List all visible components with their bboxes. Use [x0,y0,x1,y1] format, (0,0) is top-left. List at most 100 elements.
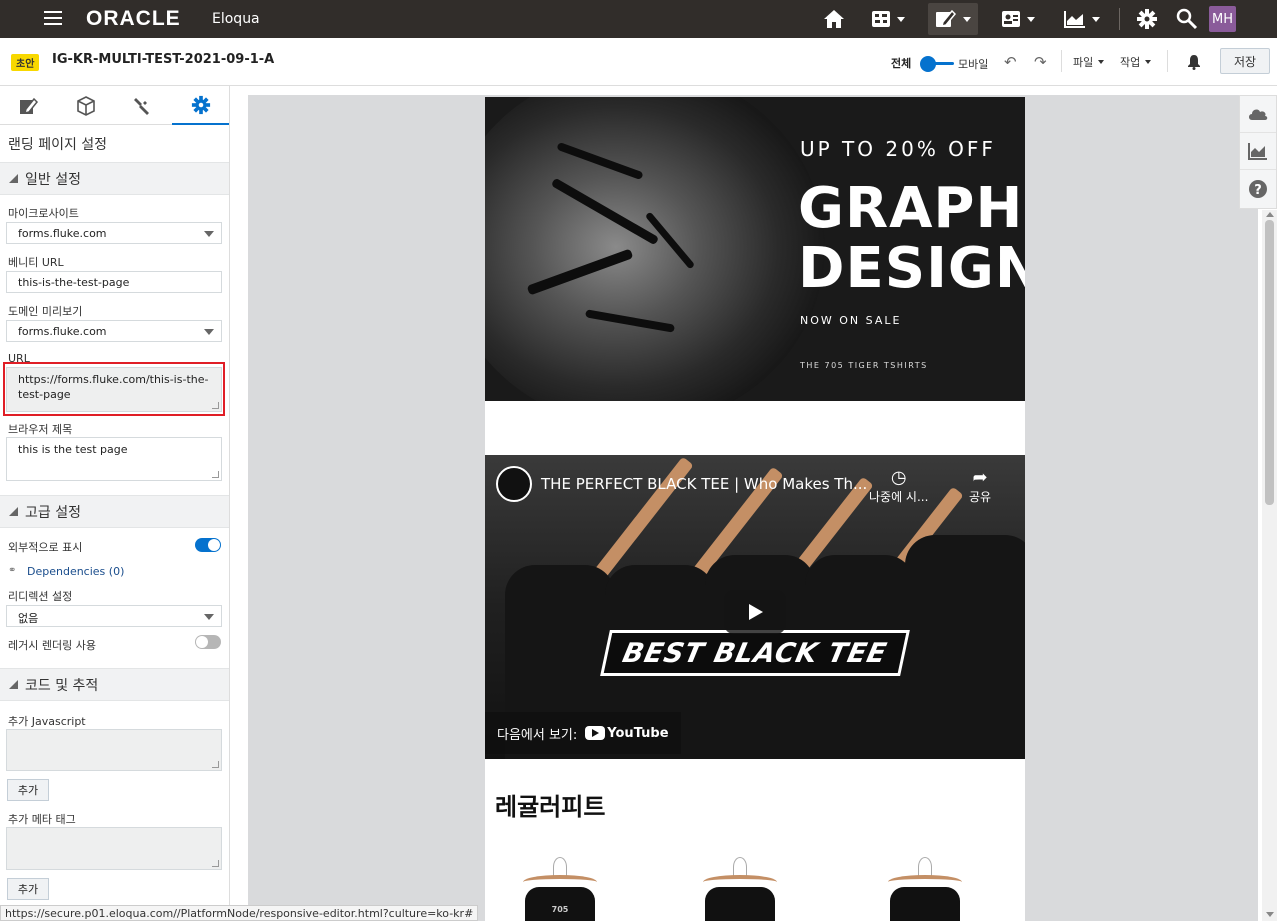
status-url-bar: https://secure.p01.eloqua.com//PlatformN… [0,905,479,921]
product-print-label: 705 [551,905,569,914]
url-highlight-box [3,362,225,416]
divider [1119,8,1120,30]
watch-later-button[interactable]: ◷ 나중에 시... [869,467,928,505]
document-title: IG-KR-MULTI-TEST-2021-09-1-A [52,52,275,67]
save-button[interactable]: 저장 [1220,48,1270,74]
hero-title: GRAPHIC DESIGN [798,179,1025,299]
analytics-menu-button[interactable] [1060,3,1104,35]
panel-title: 랜딩 페이지 설정 [8,137,108,153]
add-meta-button[interactable]: 추가 [7,878,49,900]
campaigns-menu-button[interactable] [928,3,978,35]
scrollbar-thumb[interactable] [1265,220,1274,505]
hero-title-line2: DESIGN [798,236,1025,301]
hero-sale-text: NOW ON SALE [800,314,902,327]
youtube-logo-icon: YouTube [585,726,669,741]
divider [1167,50,1168,72]
user-avatar[interactable]: MH [1209,6,1236,32]
tiger-image [485,97,825,401]
help-icon[interactable]: ? [1240,170,1276,207]
settings-sidebar: 랜딩 페이지 설정 일반 설정 마이크로사이트 forms.fluke.com … [0,86,230,921]
domain-preview-select[interactable]: forms.fluke.com [6,320,222,342]
undo-icon[interactable]: ↶ [1004,53,1017,71]
cloud-icon[interactable] [1240,96,1276,133]
tab-components[interactable] [57,86,114,125]
resize-handle-icon[interactable] [212,471,219,478]
brush-icon [133,97,149,115]
chart-icon[interactable] [1240,133,1276,170]
editor-canvas: UP TO 20% OFF GRAPHIC DESIGN NOW ON SALE… [248,95,1258,921]
redirect-select[interactable]: 없음 [6,605,222,627]
watch-on-youtube-button[interactable]: 다음에서 보기: YouTube [485,712,681,754]
landing-page-preview[interactable]: UP TO 20% OFF GRAPHIC DESIGN NOW ON SALE… [485,97,1025,921]
file-menu[interactable]: 파일 [1073,54,1105,70]
channel-logo-icon[interactable] [496,466,532,502]
tab-styles[interactable] [114,86,171,125]
right-tool-rail: ? [1239,95,1277,209]
add-js-button[interactable]: 추가 [7,779,49,801]
microsite-label: 마이크로사이트 [8,207,79,220]
collapse-triangle-icon [9,174,18,183]
search-icon[interactable] [1174,3,1200,35]
edit-icon [19,97,38,114]
share-button[interactable]: ➦ 공유 [969,467,991,505]
product-image[interactable] [695,857,785,921]
redirect-label: 리디렉션 설정 [8,590,73,603]
additional-js-input[interactable] [6,729,222,771]
collapse-triangle-icon [9,680,18,689]
hero-title-line1: GRAPHIC [798,176,1025,241]
editor-toolbar: 초안 IG-KR-MULTI-TEST-2021-09-1-A 전체 모바일 ↶… [0,38,1277,86]
video-overlay-text: BEST BLACK TEE [600,630,910,676]
view-mode-toggle[interactable] [920,56,954,72]
share-icon: ➦ [972,467,988,488]
dependencies-link[interactable]: Dependencies (0) [27,565,124,578]
actions-menu[interactable]: 작업 [1120,54,1152,70]
product-image[interactable]: 705 [515,857,605,921]
contacts-icon [1002,11,1020,27]
contacts-menu-button[interactable] [996,3,1040,35]
hero-small-text: THE 705 TIGER TSHIRTS [800,361,928,370]
vanity-url-input[interactable]: this-is-the-test-page [6,271,222,293]
play-button-icon[interactable] [724,590,786,634]
oracle-logo: ORACLE [86,7,181,30]
additional-meta-input[interactable] [6,827,222,870]
browser-title-input[interactable]: this is the test page [6,437,222,481]
menu-icon[interactable] [44,11,62,25]
domain-preview-label: 도메인 미리보기 [8,305,83,318]
redo-icon[interactable]: ↷ [1034,53,1047,71]
scroll-up-icon[interactable] [1266,212,1274,217]
additional-js-label: 추가 Javascript [8,715,86,728]
resize-handle-icon[interactable] [212,860,219,867]
section-general-settings[interactable]: 일반 설정 [0,162,229,195]
legacy-rendering-toggle[interactable] [195,635,221,649]
clock-icon: ◷ [890,467,907,488]
resize-handle-icon[interactable] [212,761,219,768]
sidebar-tabs [0,86,229,125]
shirt-shape [905,535,1025,759]
external-display-toggle[interactable] [195,538,221,552]
tab-design[interactable] [0,86,57,125]
status-badge: 초안 [11,54,40,71]
product-name: Eloqua [212,11,260,27]
bell-icon[interactable] [1187,54,1201,73]
product-image[interactable] [880,857,970,921]
section-advanced-settings[interactable]: 고급 설정 [0,495,229,528]
canvas-scrollbar[interactable] [1262,210,1277,921]
view-mobile-label: 모바일 [958,58,989,71]
video-title[interactable]: THE PERFECT BLACK TEE | Who Makes Th... [541,475,867,493]
section-code-tracking[interactable]: 코드 및 추적 [0,668,229,701]
view-full-label: 전체 [891,57,912,70]
gear-icon [191,95,210,114]
additional-meta-label: 추가 메타 태그 [8,813,76,826]
hero-banner[interactable]: UP TO 20% OFF GRAPHIC DESIGN NOW ON SALE… [485,97,1025,401]
tab-settings[interactable] [172,86,229,125]
assets-menu-button[interactable] [866,3,910,35]
analytics-icon [1064,11,1085,28]
home-icon[interactable] [822,3,846,35]
browser-title-label: 브라우저 제목 [8,423,73,436]
scroll-down-icon[interactable] [1266,912,1274,917]
youtube-video-embed[interactable]: THE PERFECT BLACK TEE | Who Makes Th... … [485,455,1025,759]
settings-icon[interactable] [1134,3,1160,35]
external-display-label: 외부적으로 표시 [8,541,83,554]
divider [1061,50,1062,72]
microsite-select[interactable]: forms.fluke.com [6,222,222,244]
